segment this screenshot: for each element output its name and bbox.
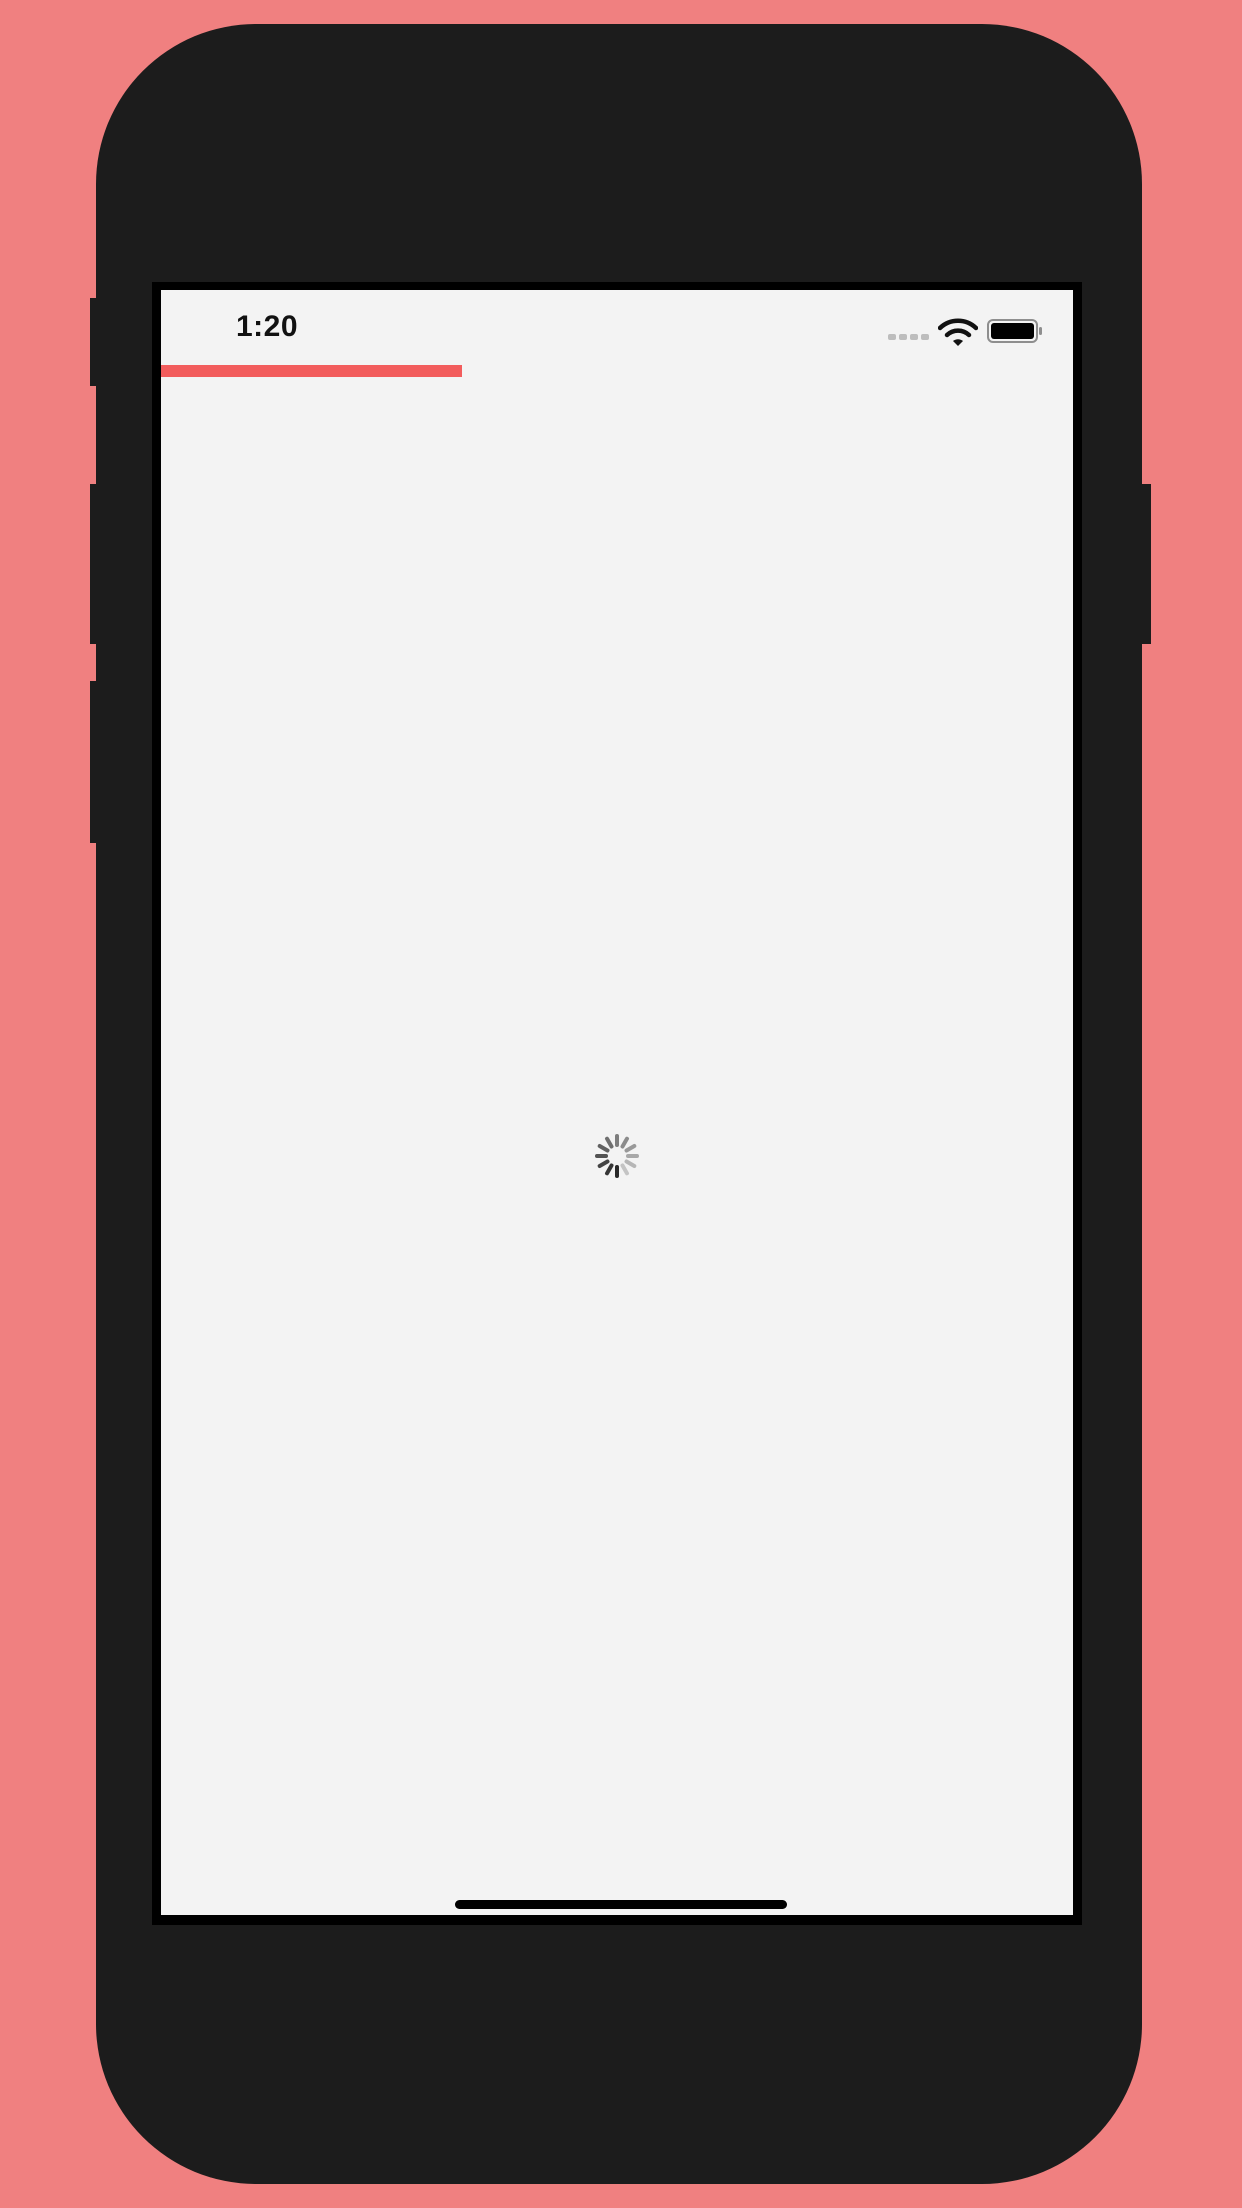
- spinner-spoke: [597, 1159, 610, 1168]
- spinner-spoke: [605, 1136, 614, 1149]
- activity-spinner-icon: [595, 1134, 639, 1178]
- page-loading-progress-bar: [161, 365, 1073, 377]
- spinner-spoke: [605, 1163, 614, 1176]
- battery-icon: [987, 319, 1042, 343]
- spinner-spoke: [620, 1163, 629, 1176]
- status-bar-time: 1:20: [236, 310, 299, 343]
- cellular-signal-icon: [888, 334, 929, 340]
- volume-down-button: [90, 681, 100, 843]
- home-indicator: [455, 1900, 787, 1909]
- progress-fill: [161, 365, 462, 377]
- volume-up-button: [90, 484, 100, 644]
- spinner-spoke: [620, 1136, 629, 1149]
- spinner-spoke: [597, 1144, 610, 1153]
- spinner-spoke: [624, 1144, 637, 1153]
- mute-switch: [90, 298, 100, 386]
- app-screen: 1:20: [161, 290, 1073, 1915]
- wifi-icon: [938, 318, 978, 346]
- power-button: [1140, 484, 1151, 644]
- spinner-spoke: [624, 1159, 637, 1168]
